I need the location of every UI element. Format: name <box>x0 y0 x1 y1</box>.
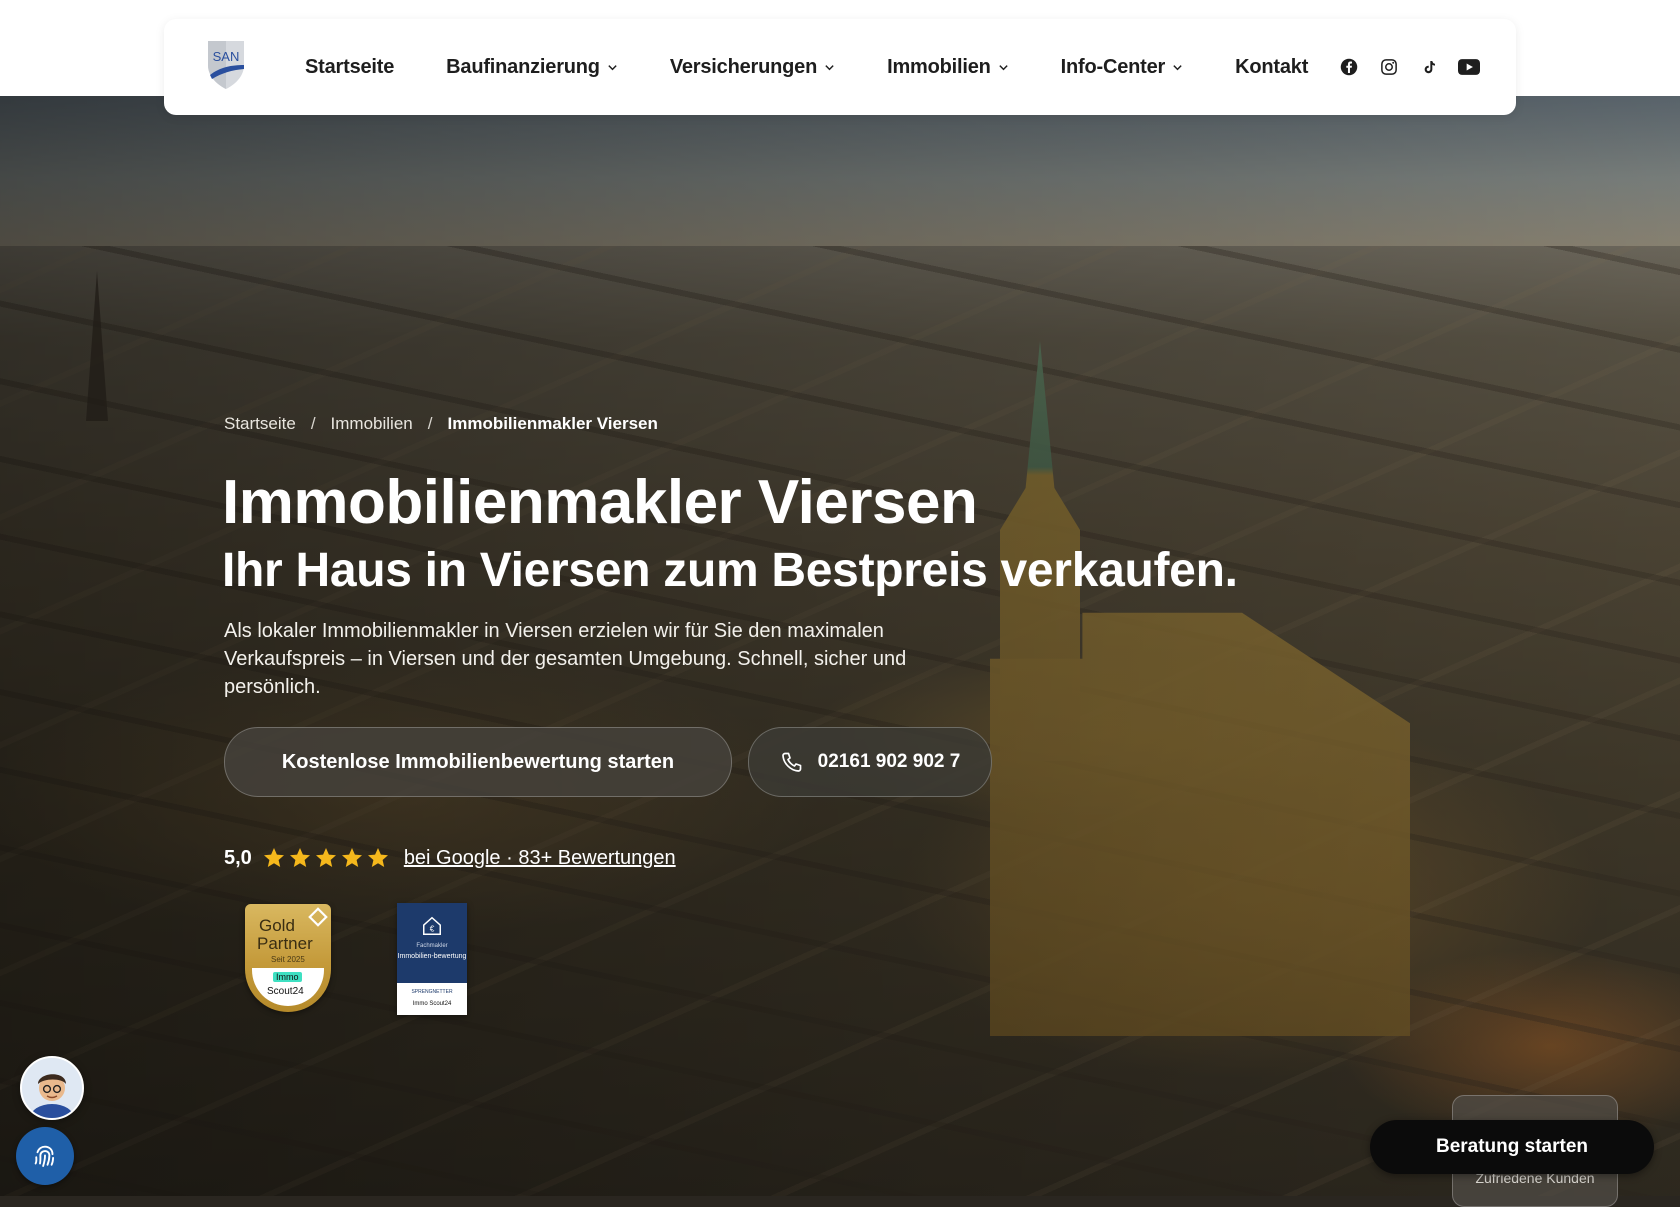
nav-item-baufinanzierung[interactable]: Baufinanzierung <box>446 56 618 79</box>
star-icon <box>367 848 388 867</box>
valuation-cta-button[interactable]: Kostenlose Immobilienbewertung starten <box>224 727 732 797</box>
privacy-settings-button[interactable] <box>16 1127 74 1185</box>
nav-item-info-center[interactable]: Info-Center <box>1061 56 1183 79</box>
valuation-cta-label: Kostenlose Immobilienbewertung starten <box>281 750 675 773</box>
immobilienbewertung-badge: € Fachmakler Immobilien-bewertung SPRENG… <box>397 903 467 1015</box>
svg-text:SAN: SAN <box>213 49 240 64</box>
breadcrumb-current: Immobilienmakler Viersen <box>447 414 658 433</box>
breadcrumb-link-immobilien[interactable]: Immobilien <box>331 414 413 434</box>
rating-score: 5,0 <box>224 846 252 869</box>
phone-icon <box>781 752 802 772</box>
star-icon <box>289 848 310 867</box>
house-euro-icon: € <box>423 916 441 935</box>
breadcrumb: Startseite / Immobilien / Immobilienmakl… <box>224 414 658 434</box>
badge-gold-line1: Gold <box>259 916 295 935</box>
badge-blue-partner: SPRENGNETTER <box>411 989 453 995</box>
nav-item-label: Versicherungen <box>669 55 818 78</box>
chevron-down-icon <box>825 64 834 70</box>
facebook-icon[interactable] <box>1338 56 1360 78</box>
badge-blue-bottom <box>397 983 467 1015</box>
chevron-down-icon <box>1173 64 1182 70</box>
nav-item-startseite[interactable]: Startseite <box>305 56 394 79</box>
page-title: Immobilienmakler Viersen <box>222 468 978 537</box>
chevron-down-icon <box>998 64 1008 70</box>
badge-gold-brand2: Scout24 <box>267 986 304 997</box>
star-icon <box>341 848 362 867</box>
star-icon <box>315 848 336 867</box>
badge-blue-title: Immobilien-bewertung <box>397 953 467 960</box>
site-logo[interactable]: SAN <box>204 39 248 91</box>
phone-cta-button[interactable]: 02161 902 902 7 <box>748 727 992 797</box>
hero-lead-text: Als lokaler Immobilienmakler in Viersen … <box>224 620 907 698</box>
nav-item-label: Startseite <box>305 55 395 78</box>
badge-blue-brand: Immo Scout24 <box>412 1001 452 1007</box>
breadcrumb-separator: / <box>427 414 433 433</box>
nav-item-label: Immobilien <box>887 55 991 78</box>
instagram-icon[interactable] <box>1378 56 1400 78</box>
social-links <box>1320 19 1480 115</box>
nav-menu: Startseite Baufinanzierung Versicherunge… <box>305 19 1360 115</box>
immoscout-logo-icon <box>308 907 328 927</box>
tiktok-icon[interactable] <box>1418 56 1440 78</box>
beratung-starten-button[interactable]: Beratung starten <box>1370 1120 1654 1174</box>
star-icon <box>263 848 284 867</box>
main-navbar: SAN Startseite Baufinanzierung Versicher… <box>164 19 1516 115</box>
badge-blue-small: Fachmakler <box>416 943 448 949</box>
svg-text:€: € <box>430 925 435 934</box>
breadcrumb-link-startseite[interactable]: Startseite <box>224 414 296 434</box>
phone-cta-label: 02161 902 902 7 <box>817 751 961 772</box>
nav-item-label: Baufinanzierung <box>446 55 600 78</box>
youtube-icon[interactable] <box>1458 56 1480 78</box>
nav-item-immobilien[interactable]: Immobilien <box>887 56 1009 79</box>
google-reviews-link[interactable]: bei Google · 83+ Bewertungen <box>404 847 676 870</box>
badge-gold-line2: Partner <box>257 934 313 953</box>
google-rating: 5,0 bei Google · 83+ Bewertungen <box>224 846 676 870</box>
beratung-starten-label: Beratung starten <box>1435 1136 1589 1157</box>
badge-gold-brand1: Immo <box>273 972 302 982</box>
chat-assistant-avatar[interactable] <box>20 1056 84 1120</box>
nav-item-kontakt[interactable]: Kontakt <box>1235 56 1308 79</box>
chevron-down-icon <box>608 64 617 70</box>
fingerprint-icon <box>34 1145 55 1167</box>
badge-gold-since: Seit 2025 <box>271 955 305 964</box>
nav-item-label: Info-Center <box>1060 55 1166 78</box>
immoscout-gold-partner-badge: Gold Partner Seit 2025 Immo Scout24 <box>245 904 331 1012</box>
rating-stars <box>262 846 392 870</box>
shield-logo-icon: SAN <box>208 41 244 89</box>
nav-item-versicherungen[interactable]: Versicherungen <box>670 56 835 79</box>
page-subtitle: Ihr Haus in Viersen zum Bestpreis verkau… <box>222 544 1238 597</box>
assistant-avatar-icon <box>22 1058 82 1118</box>
nav-item-label: Kontakt <box>1235 55 1309 78</box>
breadcrumb-separator: / <box>310 414 316 433</box>
